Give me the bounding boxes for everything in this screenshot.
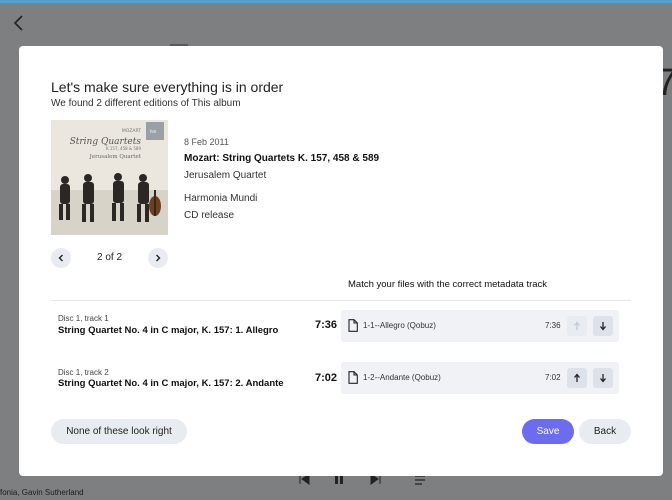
release-type: CD release	[184, 210, 235, 221]
arrow-down-icon	[600, 374, 606, 383]
track-disc-info: Disc 1, track 1	[58, 314, 109, 323]
now-playing-artist-text: fonia, Gavin Sutherland	[0, 488, 84, 497]
arrow-up-icon	[574, 321, 580, 330]
divider	[51, 300, 631, 301]
dialog-subtitle: We found 2 different editions of This al…	[51, 98, 241, 109]
move-down-button[interactable]	[593, 368, 613, 388]
match-files-header: Match your files with the correct metada…	[348, 279, 548, 290]
matched-file-row[interactable]: 1-1--Allegro (Qobuz) 7:36	[341, 310, 619, 342]
svg-text:hm: hm	[150, 129, 157, 134]
file-duration: 7:36	[545, 321, 561, 330]
edition-match-dialog: Let's make sure everything is in order W…	[19, 46, 663, 476]
matched-file-row[interactable]: 1-2--Andante (Qobuz) 7:02	[341, 362, 619, 394]
app-top-accent-bar	[0, 0, 672, 3]
record-label: Harmonia Mundi	[184, 193, 258, 204]
edition-pagination: 2 of 2	[97, 252, 123, 263]
album-title: Mozart: String Quartets K. 157, 458 & 58…	[184, 153, 380, 164]
chevron-right-icon	[156, 254, 161, 262]
track-title: String Quartet No. 4 in C major, K. 157:…	[58, 378, 284, 389]
move-up-button[interactable]	[567, 368, 587, 388]
back-button[interactable]: Back	[579, 419, 631, 444]
album-cover: hm MOZART String Quartets K.157, 458 & 5…	[51, 120, 168, 235]
back-arrow-icon[interactable]	[10, 12, 28, 34]
cover-performer: Jerusalem Quartet	[89, 154, 142, 160]
file-duration: 7:02	[545, 373, 561, 382]
next-edition-button[interactable]	[148, 248, 168, 268]
arrow-up-icon	[574, 373, 580, 382]
cover-catalog: K.157, 458 & 589	[106, 146, 141, 151]
move-up-button[interactable]	[567, 316, 587, 336]
arrow-down-icon	[600, 322, 606, 331]
move-down-button[interactable]	[593, 316, 613, 336]
cover-composer: MOZART	[122, 128, 141, 134]
file-name: 1-1--Allegro (Qobuz)	[363, 321, 436, 330]
chevron-left-icon	[58, 254, 63, 262]
track-duration: 7:02	[315, 372, 338, 384]
dialog-title: Let's make sure everything is in order	[51, 79, 284, 95]
save-button[interactable]: Save	[522, 419, 574, 444]
track-disc-info: Disc 1, track 2	[58, 368, 109, 377]
file-icon	[348, 319, 358, 332]
previous-edition-button[interactable]	[51, 248, 71, 268]
file-name: 1-2--Andante (Qobuz)	[363, 373, 441, 382]
release-date: 8 Feb 2011	[184, 137, 229, 147]
track-title: String Quartet No. 4 in C major, K. 157:…	[58, 325, 279, 336]
none-look-right-button[interactable]: None of these look right	[51, 419, 187, 444]
file-icon	[348, 371, 358, 384]
album-artist: Jerusalem Quartet	[184, 170, 267, 181]
track-duration: 7:36	[315, 319, 338, 331]
